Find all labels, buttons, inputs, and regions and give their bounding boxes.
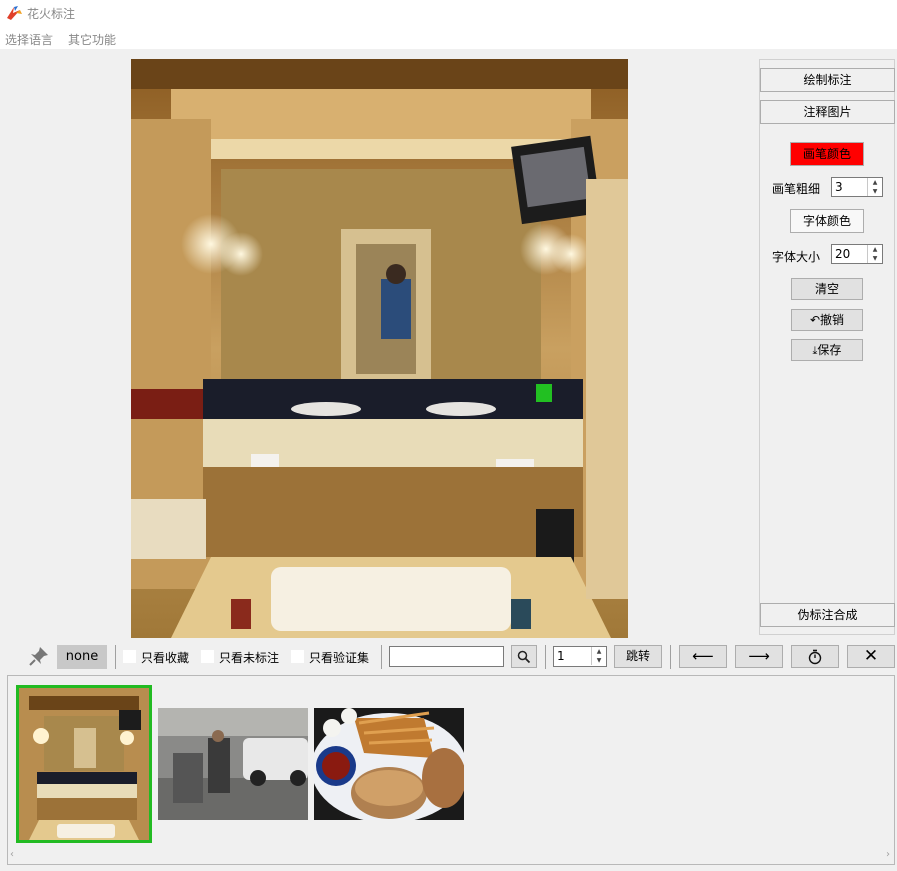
font-size-spinbox[interactable]: 20 ▲ ▼ (831, 244, 883, 264)
toolbar-separator (381, 645, 382, 669)
arrow-left-icon: ⟵ (692, 647, 714, 665)
search-input[interactable] (389, 646, 504, 667)
undo-icon: ↶ (809, 313, 821, 327)
pseudo-label-merge-button[interactable]: 伪标注合成 (760, 603, 895, 627)
spin-up-icon[interactable]: ▲ (868, 178, 882, 187)
page-value: 1 (557, 649, 565, 663)
undo-button[interactable]: ↶撤销 (791, 309, 863, 331)
spin-arrows[interactable]: ▲ ▼ (591, 647, 606, 665)
only-validation-checkbox[interactable] (291, 650, 304, 663)
spin-down-icon[interactable]: ▼ (868, 187, 882, 196)
close-icon: ✕ (863, 646, 879, 666)
thumbnail-food-plate[interactable] (314, 708, 464, 820)
spin-up-icon[interactable]: ▲ (592, 647, 606, 656)
search-icon (517, 650, 531, 664)
toolbar-separator (545, 645, 546, 669)
only-unlabeled-label: 只看未标注 (219, 651, 280, 665)
clear-button[interactable]: 清空 (791, 278, 863, 300)
font-size-value: 20 (835, 247, 851, 261)
page-spinbox[interactable]: 1 ▲ ▼ (553, 646, 607, 667)
menu-select-language[interactable]: 选择语言 (5, 31, 53, 48)
title-bar (0, 0, 897, 27)
toolbar-separator (670, 645, 671, 669)
next-button[interactable]: ⟶ (735, 645, 783, 668)
pen-width-label: 画笔粗细 (772, 182, 821, 196)
font-size-label: 字体大小 (772, 250, 821, 264)
pin-icon[interactable] (28, 645, 50, 667)
pen-width-value: 3 (835, 180, 843, 194)
toolbar-separator (115, 645, 116, 669)
class-badge: none (57, 645, 107, 669)
pen-width-spinbox[interactable]: 3 ▲ ▼ (831, 177, 883, 197)
draw-annotation-button[interactable]: 绘制标注 (760, 68, 895, 92)
main-image-canvas[interactable] (131, 59, 628, 638)
spin-up-icon[interactable]: ▲ (868, 245, 882, 254)
spin-down-icon[interactable]: ▼ (592, 656, 606, 665)
app-title: 花火标注 (27, 7, 76, 21)
spin-down-icon[interactable]: ▼ (868, 254, 882, 263)
spin-arrows[interactable]: ▲ ▼ (867, 178, 882, 196)
only-favorites-checkbox[interactable] (123, 650, 136, 663)
pen-color-button[interactable]: 画笔颜色 (790, 142, 864, 166)
app-logo-icon (7, 6, 22, 20)
only-validation-label: 只看验证集 (309, 651, 370, 665)
thumbnail-parking-garage[interactable] (158, 708, 308, 820)
only-unlabeled-checkbox[interactable] (201, 650, 214, 663)
save-label: 保存 (817, 343, 842, 357)
search-button[interactable] (511, 645, 537, 668)
arrow-right-icon: ⟶ (748, 647, 770, 665)
spin-arrows[interactable]: ▲ ▼ (867, 245, 882, 263)
scroll-right-icon[interactable]: › (886, 849, 890, 860)
close-button[interactable]: ✕ (847, 645, 895, 668)
scroll-left-icon[interactable]: ‹ (10, 849, 14, 860)
timer-button[interactable] (791, 645, 839, 668)
stopwatch-icon (808, 649, 822, 665)
save-button[interactable]: ⤓保存 (791, 339, 863, 361)
annotate-image-button[interactable]: 注释图片 (760, 100, 895, 124)
thumbnail-bathroom[interactable] (19, 688, 149, 840)
menu-bar (0, 27, 897, 49)
prev-button[interactable]: ⟵ (679, 645, 727, 668)
font-color-button[interactable]: 字体颜色 (790, 209, 864, 233)
thumbnail-scrollbar[interactable]: ‹ › (8, 848, 894, 864)
menu-other-functions[interactable]: 其它功能 (68, 31, 116, 48)
only-favorites-label: 只看收藏 (141, 651, 190, 665)
undo-label: 撤销 (820, 313, 845, 327)
jump-button[interactable]: 跳转 (614, 645, 662, 668)
